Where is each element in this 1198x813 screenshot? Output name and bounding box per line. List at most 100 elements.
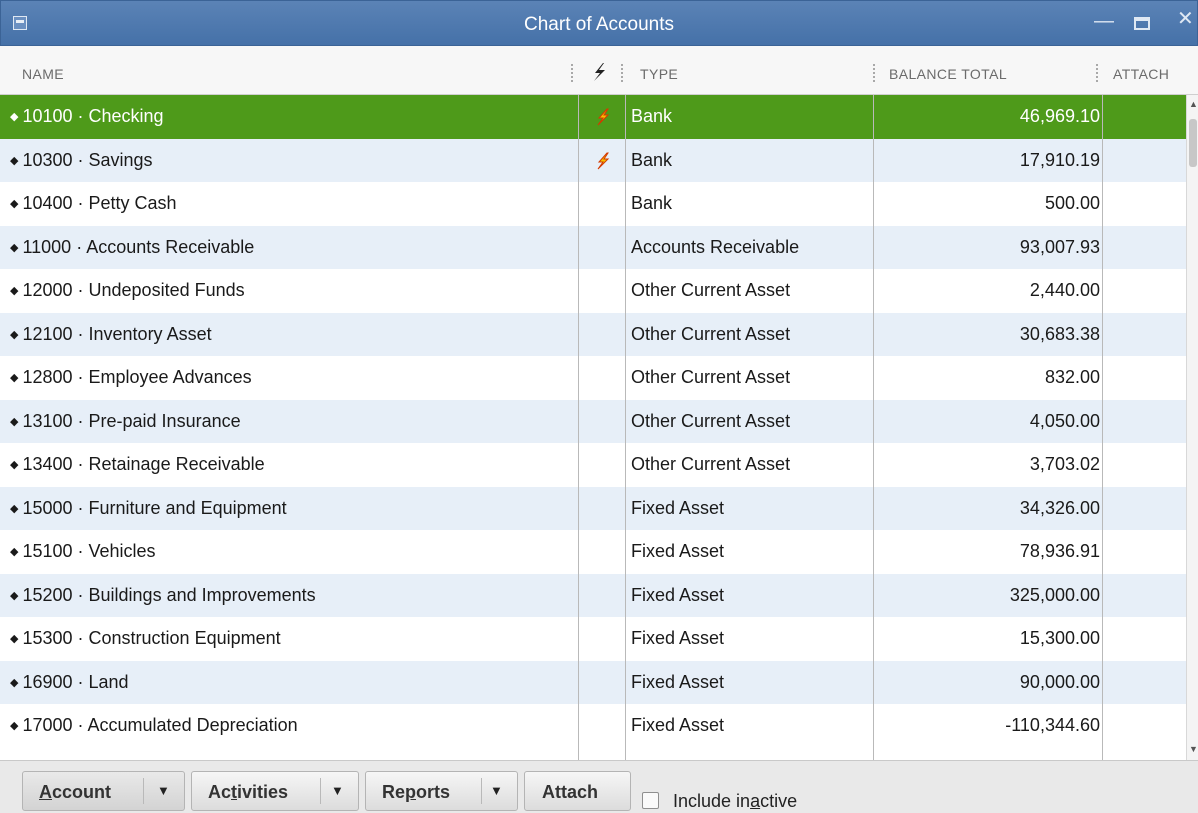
account-type: Other Current Asset xyxy=(631,367,791,387)
account-balance: 325,000.00 xyxy=(1009,584,1100,605)
title-bar: Chart of Accounts — ✕ xyxy=(0,0,1198,46)
account-diamond-icon[interactable]: ◆ xyxy=(10,677,18,689)
table-row[interactable]: ◆ 15000 · Furniture and Equipment Fixed As… xyxy=(0,486,1186,530)
account-name-text: 10100 · Checking xyxy=(22,106,164,126)
account-button-label: Account xyxy=(39,782,111,803)
table-row[interactable]: ◆ 10300 · Savings Bank 17,910.19 xyxy=(0,138,1186,182)
account-name: ◆ 11000 · Accounts Receivable xyxy=(10,226,254,270)
attach-button-label: Attach xyxy=(542,782,599,802)
account-dropdown-icon[interactable]: ▼ xyxy=(157,783,170,798)
table-row[interactable]: ◆ 11000 · Accounts Receivable Accounts Rec… xyxy=(0,225,1186,270)
online-cell xyxy=(588,661,618,705)
column-balance-header[interactable]: BALANCE TOTAL xyxy=(889,66,1007,82)
close-icon[interactable]: ✕ xyxy=(1177,9,1194,29)
maximize-icon[interactable] xyxy=(1134,17,1150,30)
account-name: ◆ 10100 · Checking xyxy=(10,95,164,139)
table-row[interactable]: ◆ 15300 · Construction Equipment Fixed Ass… xyxy=(0,617,1186,661)
account-diamond-icon[interactable]: ◆ xyxy=(10,720,18,732)
reports-button[interactable]: Reports ▼ xyxy=(365,771,518,811)
minimize-icon[interactable]: — xyxy=(1094,11,1114,31)
account-name: ◆ 17000 · Accumulated Depreciation xyxy=(10,704,298,748)
online-cell xyxy=(588,617,618,661)
account-diamond-icon[interactable]: ◆ xyxy=(10,633,18,645)
account-balance: 4,050.00 xyxy=(1029,410,1100,431)
table-row[interactable]: ◆ 13400 · Retainage Receivable Other Curre… xyxy=(0,443,1186,487)
column-resize-handle[interactable] xyxy=(571,64,573,82)
checkbox-box[interactable] xyxy=(642,792,659,809)
mnemonic-char: p xyxy=(405,782,417,802)
column-resize-handle[interactable] xyxy=(873,64,875,82)
column-attach-header[interactable]: ATTACH xyxy=(1113,66,1169,82)
account-name: ◆ 16900 · Land xyxy=(10,661,129,705)
table-row[interactable]: ◆ 12800 · Employee Advances Other Current … xyxy=(0,356,1186,400)
account-diamond-icon[interactable]: ◆ xyxy=(10,416,18,428)
table-row[interactable]: ◆ 15100 · Vehicles Fixed Asset 78,936.91 xyxy=(0,530,1186,574)
table-row[interactable]: ◆ 10100 · Checking Bank 46,969.10 xyxy=(0,95,1186,139)
account-diamond-icon[interactable]: ◆ xyxy=(10,546,18,558)
online-banking-icon[interactable] xyxy=(596,108,610,126)
column-divider xyxy=(873,95,874,760)
online-cell xyxy=(588,443,618,487)
column-type-header[interactable]: TYPE xyxy=(640,66,678,82)
account-type: Fixed Asset xyxy=(631,671,725,692)
account-diamond-icon[interactable]: ◆ xyxy=(10,459,18,471)
scroll-up-icon[interactable]: ▲ xyxy=(1189,99,1198,109)
account-name-text: 15100 · Vehicles xyxy=(22,541,156,561)
column-name-header[interactable]: NAME xyxy=(22,66,64,82)
account-name: ◆ 15200 · Buildings and Improvements xyxy=(10,574,316,618)
table-row[interactable]: ◆ 13100 · Pre-paid Insurance Other Current… xyxy=(0,399,1186,444)
reports-dropdown-icon[interactable]: ▼ xyxy=(490,783,503,798)
account-diamond-icon[interactable]: ◆ xyxy=(10,503,18,515)
table-row[interactable]: ◆ 10400 · Petty Cash Bank 500.00 xyxy=(0,182,1186,226)
account-balance: 500.00 xyxy=(1044,193,1100,213)
online-cell xyxy=(588,269,618,313)
online-cell xyxy=(588,400,618,444)
button-divider xyxy=(481,778,482,804)
account-name-text: 11000 · Accounts Receivable xyxy=(22,236,255,257)
account-type: Bank xyxy=(631,149,673,170)
online-cell xyxy=(588,95,618,139)
account-diamond-icon[interactable]: ◆ xyxy=(10,372,18,384)
column-resize-handle[interactable] xyxy=(1096,64,1098,82)
mnemonic-char: t xyxy=(231,782,238,802)
online-cell xyxy=(588,226,618,270)
table-row[interactable]: ◆ 16900 · Land Fixed Asset 90,000.00 xyxy=(0,660,1186,705)
account-balance: 93,007.93 xyxy=(1019,236,1100,257)
account-diamond-icon[interactable]: ◆ xyxy=(10,329,18,341)
table-row[interactable]: ◆ 12000 · Undeposited Funds Other Current … xyxy=(0,269,1186,313)
activities-dropdown-icon[interactable]: ▼ xyxy=(331,783,344,798)
account-diamond-icon[interactable]: ◆ xyxy=(10,155,18,167)
account-button[interactable]: Account ▼ xyxy=(22,771,185,811)
column-resize-handle[interactable] xyxy=(621,64,623,82)
lightning-icon[interactable] xyxy=(591,62,607,85)
account-name-text: 13100 · Pre-paid Insurance xyxy=(22,410,241,431)
online-banking-icon[interactable] xyxy=(596,152,610,170)
account-diamond-icon[interactable]: ◆ xyxy=(10,242,18,254)
account-type: Other Current Asset xyxy=(631,454,791,474)
account-name: ◆ 13400 · Retainage Receivable xyxy=(10,443,265,487)
account-mnemonic: A xyxy=(39,782,52,802)
account-type: Other Current Asset xyxy=(631,410,791,431)
button-divider xyxy=(320,778,321,804)
account-diamond-icon[interactable]: ◆ xyxy=(10,285,18,297)
vertical-scrollbar[interactable]: ▲ ▼ xyxy=(1186,95,1198,760)
scrollbar-thumb[interactable] xyxy=(1189,119,1197,167)
table-row[interactable]: ◆ 12100 · Inventory Asset Other Current As… xyxy=(0,312,1186,356)
account-balance: 78,936.91 xyxy=(1019,541,1100,561)
scroll-down-icon[interactable]: ▼ xyxy=(1189,744,1198,754)
account-balance: 30,683.38 xyxy=(1019,323,1100,344)
account-diamond-icon[interactable]: ◆ xyxy=(10,111,18,123)
account-diamond-icon[interactable]: ◆ xyxy=(10,590,18,602)
table-row[interactable]: ◆ 15200 · Buildings and Improvements Fixed… xyxy=(0,573,1186,618)
mnemonic-char: a xyxy=(750,791,761,811)
column-divider xyxy=(578,95,579,760)
account-diamond-icon[interactable]: ◆ xyxy=(10,198,18,210)
activities-button[interactable]: Activities ▼ xyxy=(191,771,359,811)
reports-button-label: Reports xyxy=(382,782,451,802)
account-name-text: 13400 · Retainage Receivable xyxy=(22,454,265,474)
account-name-text: 17000 · Accumulated Depreciation xyxy=(22,715,298,735)
account-balance: 34,326.00 xyxy=(1019,497,1100,518)
table-row[interactable]: ◆ 17000 · Accumulated Depreciation Fixed A… xyxy=(0,704,1186,748)
account-balance: 2,440.00 xyxy=(1029,280,1100,300)
attach-button[interactable]: Attach xyxy=(524,771,631,811)
